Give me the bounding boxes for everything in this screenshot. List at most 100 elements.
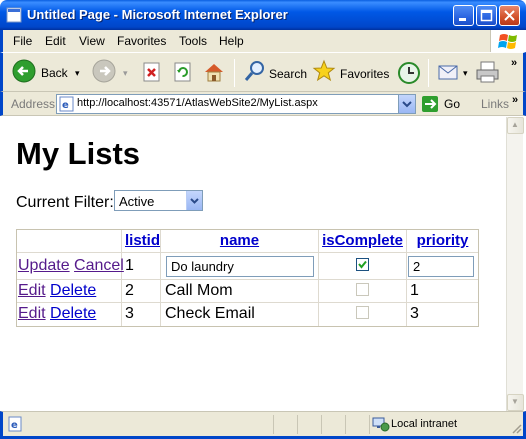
listid-cell: 3 [122, 303, 161, 326]
name-cell: Call Mom [161, 280, 319, 302]
history-button[interactable] [396, 60, 422, 86]
name-input[interactable]: Do laundry [166, 256, 314, 277]
iscomplete-checkbox-disabled [356, 283, 369, 297]
status-pane [273, 415, 297, 434]
priority-cell: 2 [407, 253, 478, 279]
edit-link[interactable]: Edit [18, 305, 46, 322]
minimize-icon [459, 18, 466, 21]
links-overflow-icon[interactable]: » [512, 94, 518, 106]
home-button[interactable] [202, 60, 226, 84]
scroll-down-arrow-icon: ▼ [511, 397, 519, 406]
table-row-editing: Update Cancel 1 Do laundry 2 [17, 253, 478, 280]
page-icon: e [59, 96, 74, 112]
chevron-down-icon [190, 198, 199, 204]
sort-priority-link[interactable]: priority [417, 232, 469, 249]
links-label[interactable]: Links [481, 97, 509, 111]
header-iscomplete-cell: isComplete [319, 230, 407, 252]
favorites-label: Favorites [340, 67, 390, 81]
forward-arrow-icon [92, 59, 116, 83]
sort-iscomplete-link[interactable]: isComplete [322, 232, 403, 249]
print-button[interactable] [475, 60, 501, 84]
iscomplete-checkbox-disabled [356, 306, 369, 320]
menu-help[interactable]: Help [219, 34, 244, 48]
edit-link[interactable]: Edit [18, 282, 46, 299]
status-pane [345, 415, 369, 434]
printer-icon [476, 61, 499, 83]
favorites-button[interactable]: Favorites [312, 59, 390, 87]
favorites-star-icon [312, 59, 336, 82]
back-dropdown-icon[interactable]: ▾ [75, 68, 80, 79]
page-content: My Lists Current Filter: Active listid n… [3, 117, 506, 411]
priority-input[interactable]: 2 [408, 256, 474, 277]
iscomplete-checkbox[interactable] [356, 258, 369, 272]
address-input[interactable]: e http://localhost:43571/AtlasWebSite2/M… [56, 94, 416, 114]
menu-edit[interactable]: Edit [45, 34, 66, 48]
update-link[interactable]: Update [18, 257, 70, 274]
back-label: Back [41, 66, 68, 80]
search-button[interactable]: Search [243, 59, 307, 87]
minimize-button[interactable] [453, 5, 474, 26]
iscomplete-cell [319, 253, 407, 279]
filter-dropdown-button[interactable] [186, 191, 202, 210]
row-commands-cell: Edit Delete [17, 280, 122, 302]
listid-cell: 1 [122, 253, 161, 279]
close-button[interactable] [499, 5, 520, 26]
forward-dropdown-icon[interactable]: ▾ [123, 68, 128, 79]
forward-button[interactable] [91, 58, 119, 86]
svg-text:e: e [11, 420, 18, 431]
vertical-scrollbar[interactable]: ▲ ▼ [506, 117, 524, 411]
header-listid-cell: listid [122, 230, 161, 252]
name-cell: Check Email [161, 303, 319, 326]
stop-button[interactable] [141, 61, 163, 83]
address-label: Address [11, 97, 56, 111]
window-title-bar[interactable]: Untitled Page - Microsoft Internet Explo… [0, 0, 526, 30]
windows-logo [490, 30, 526, 52]
menu-view[interactable]: View [79, 34, 105, 48]
resize-grip-icon[interactable] [510, 422, 522, 434]
iscomplete-cell [319, 280, 407, 302]
toolbar-separator [234, 59, 235, 87]
header-name-cell: name [161, 230, 319, 252]
refresh-button[interactable] [172, 61, 194, 83]
scroll-up-arrow-icon: ▲ [511, 120, 519, 129]
header-commands-cell [17, 230, 122, 252]
filter-select[interactable]: Active [114, 190, 203, 211]
status-pane [321, 415, 345, 434]
intranet-zone-icon [372, 417, 390, 432]
menu-bar: File Edit View Favorites Tools Help [0, 30, 526, 52]
windows-flag-icon [498, 34, 517, 49]
priority-cell: 1 [410, 282, 419, 299]
back-button[interactable]: Back [11, 58, 77, 86]
ie-page-icon [6, 7, 22, 23]
mail-dropdown-icon[interactable]: ▾ [463, 68, 468, 79]
close-icon [504, 10, 515, 21]
table-row: Edit Delete 2 Call Mom 1 [17, 280, 478, 303]
scroll-down-button[interactable]: ▼ [507, 394, 524, 411]
sort-listid-link[interactable]: listid [125, 232, 160, 249]
toolbar-overflow-icon[interactable]: » [511, 57, 517, 69]
address-dropdown-button[interactable] [398, 95, 415, 113]
listid-cell: 2 [122, 280, 161, 302]
refresh-icon [174, 62, 191, 82]
maximize-button[interactable] [476, 5, 497, 26]
go-button[interactable]: Go [421, 95, 471, 113]
menu-file[interactable]: File [13, 34, 32, 48]
menu-tools[interactable]: Tools [179, 34, 207, 48]
stop-icon [143, 62, 160, 82]
delete-link[interactable]: Delete [50, 305, 96, 322]
menu-favorites[interactable]: Favorites [117, 34, 166, 48]
scroll-up-button[interactable]: ▲ [507, 117, 524, 134]
iscomplete-cell [319, 303, 407, 326]
standard-toolbar: Back ▾ ▾ Search Favorites ▾ » [0, 52, 526, 92]
address-url: http://localhost:43571/AtlasWebSite2/MyL… [77, 97, 318, 109]
sort-name-link[interactable]: name [220, 232, 259, 249]
go-label: Go [444, 97, 461, 111]
header-priority-cell: priority [407, 230, 478, 252]
cancel-link[interactable]: Cancel [74, 257, 124, 274]
delete-link[interactable]: Delete [50, 282, 96, 299]
table-row: Edit Delete 3 Check Email 3 [17, 303, 478, 326]
mail-button[interactable] [437, 61, 461, 83]
name-cell: Do laundry [161, 253, 319, 279]
filter-label: Current Filter: [16, 194, 114, 211]
address-bar: Address e http://localhost:43571/AtlasWe… [0, 92, 526, 116]
